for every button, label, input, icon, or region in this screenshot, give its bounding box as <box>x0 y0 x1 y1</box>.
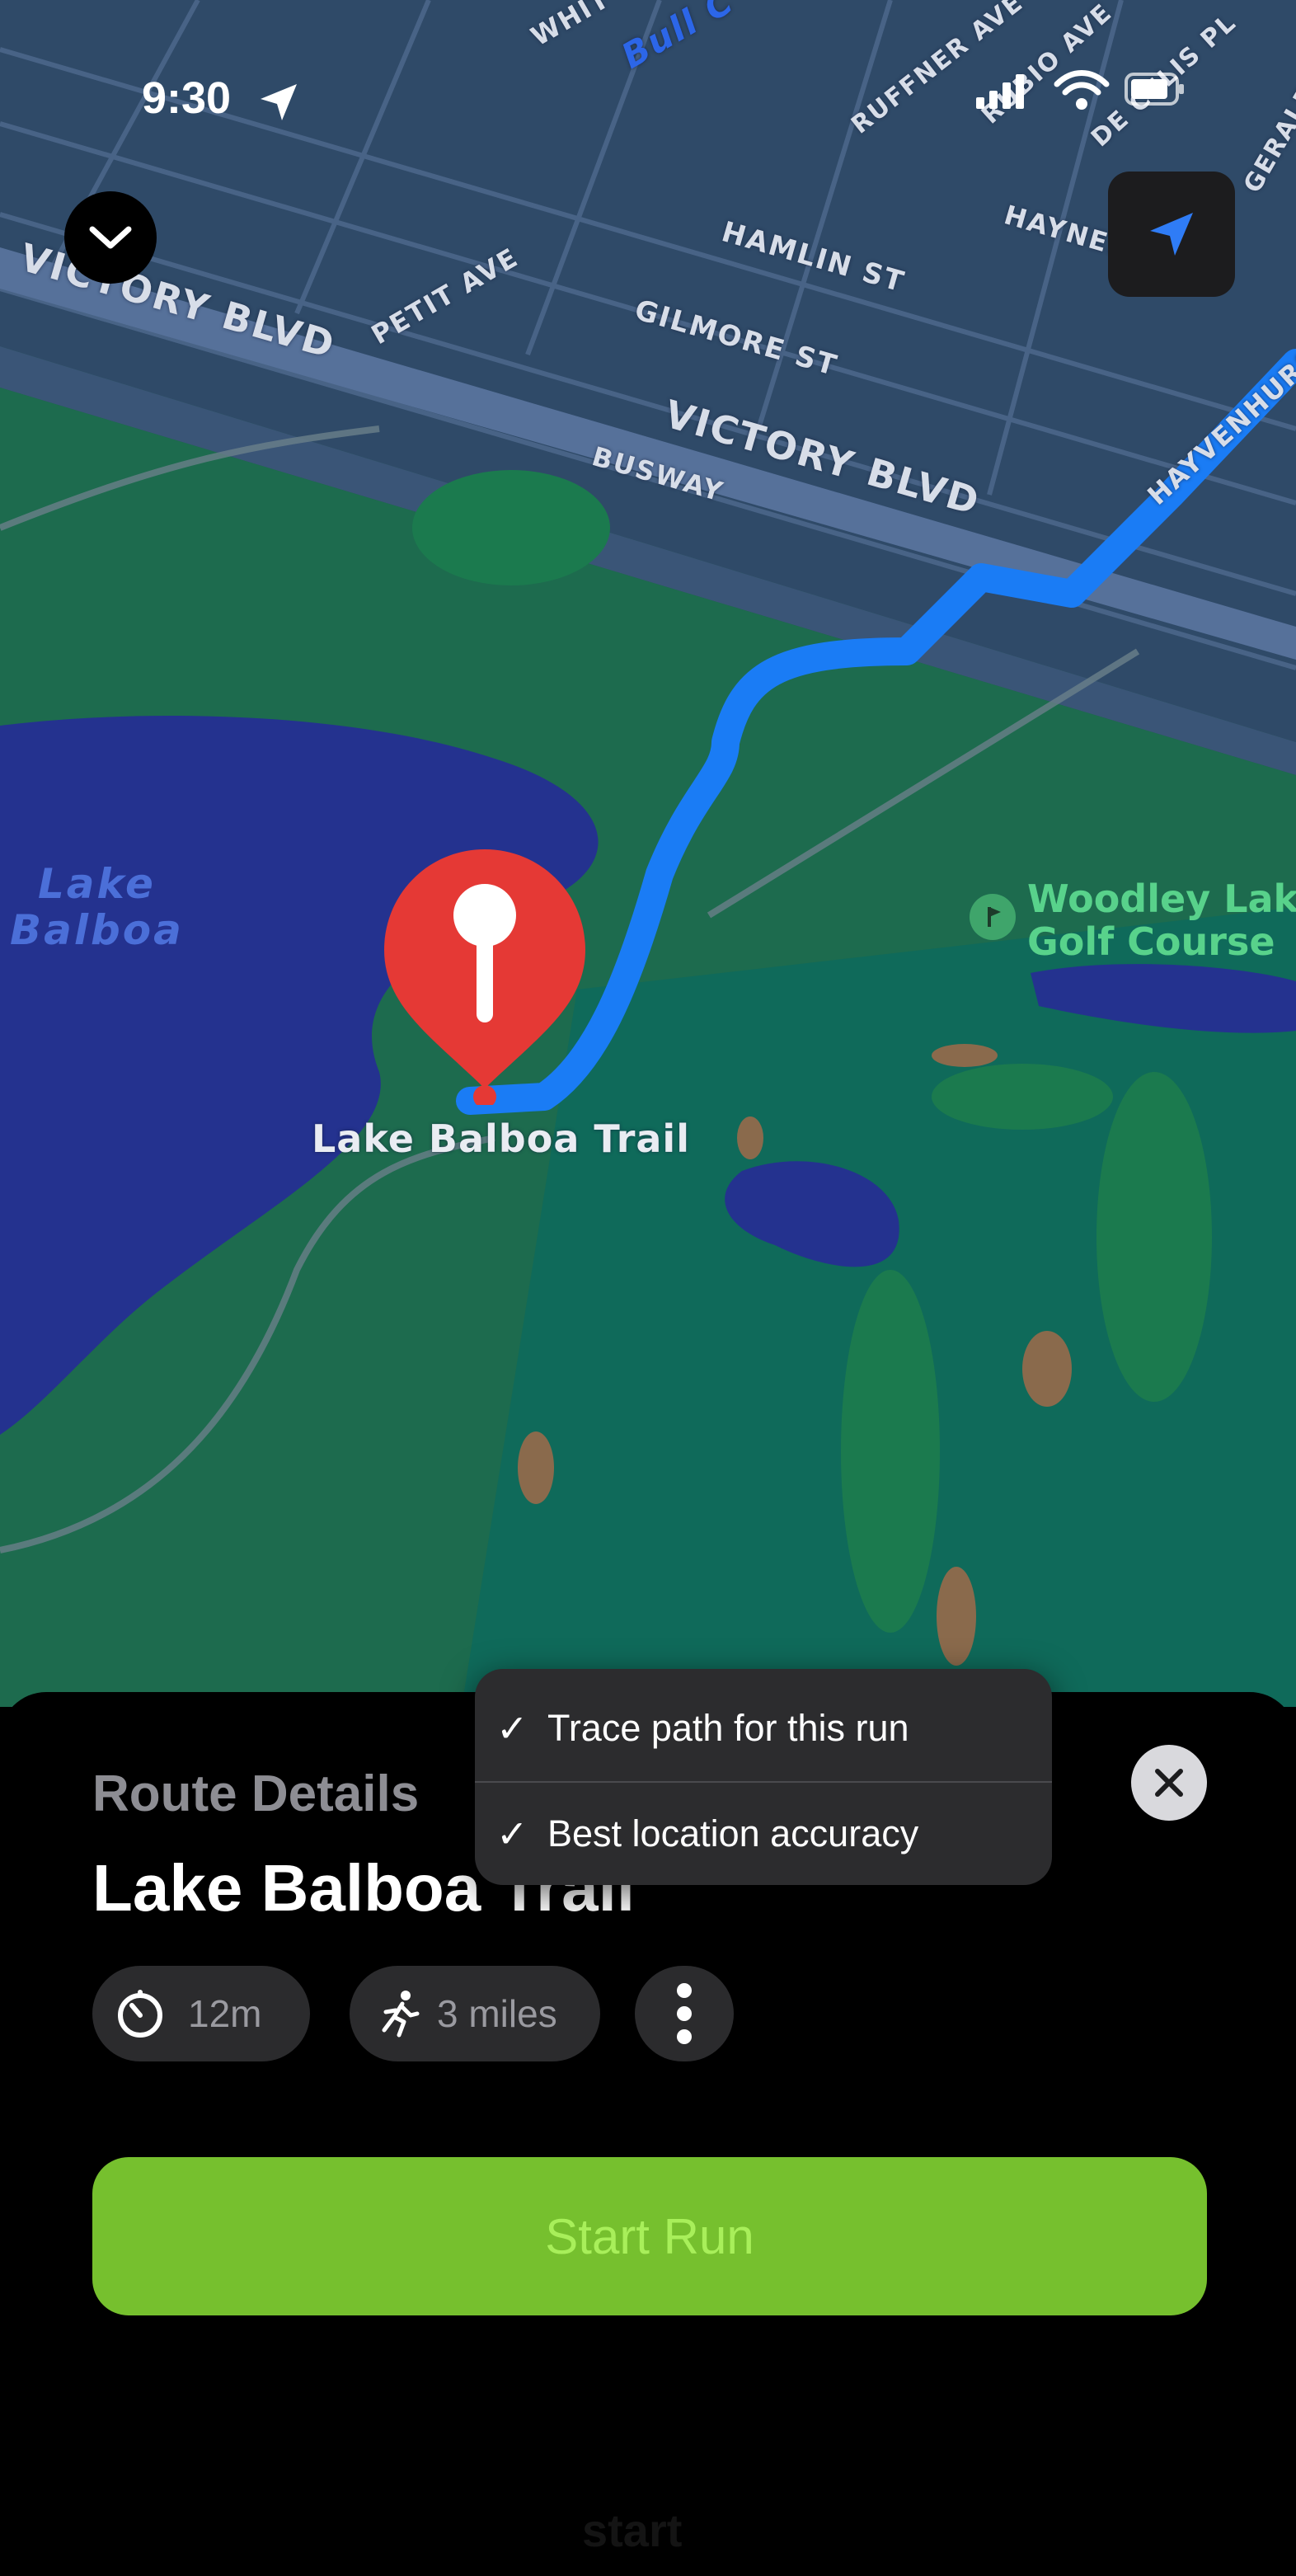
chevron-down-icon <box>89 226 132 249</box>
menu-item-label: Best location accuracy <box>547 1812 919 1854</box>
status-time: 9:30 <box>142 73 232 123</box>
golf-course-label-line2: Golf Course <box>1027 919 1275 964</box>
location-arrow-icon <box>1150 213 1193 256</box>
golf-poi-icon[interactable] <box>970 894 1016 940</box>
battery-icon <box>1125 73 1184 106</box>
locate-me-button[interactable] <box>1108 172 1235 297</box>
cellular-signal-icon <box>976 74 1024 109</box>
sheet-subtitle: Route Details <box>92 1765 420 1822</box>
map-view[interactable]: WHIT Bull C RUFFNER AVE RUBIO AVE DE CEL… <box>0 0 1296 1707</box>
golf-course-label[interactable]: Woodley Lake Golf Course <box>1027 877 1296 963</box>
duration-label: 12m <box>188 1992 262 2035</box>
distance-label: 3 miles <box>437 1992 557 2035</box>
more-options-button[interactable] <box>635 1966 734 2061</box>
checkmark-icon: ✓ <box>496 1812 528 1856</box>
start-run-button[interactable]: Start Run <box>92 2157 1207 2315</box>
menu-item-best-accuracy[interactable]: ✓ Best location accuracy <box>475 1781 1052 1887</box>
pin-label: Lake Balboa Trail <box>312 1116 690 1161</box>
close-icon <box>1155 1769 1183 1797</box>
menu-item-trace-path[interactable]: ✓ Trace path for this run <box>475 1676 1052 1781</box>
golf-course-label-line1: Woodley Lake <box>1027 877 1296 921</box>
checkmark-icon: ✓ <box>496 1706 528 1751</box>
runner-icon <box>382 1991 420 2038</box>
trail-pin[interactable] <box>376 841 594 1105</box>
more-vertical-icon <box>677 1983 692 2044</box>
location-services-icon <box>261 84 297 120</box>
menu-item-label: Trace path for this run <box>547 1707 909 1749</box>
collapse-button[interactable] <box>64 191 157 284</box>
options-menu: ✓ Trace path for this run ✓ Best locatio… <box>475 1669 1052 1885</box>
close-button[interactable] <box>1131 1745 1207 1821</box>
lake-label-line2: Balboa <box>10 906 184 954</box>
wifi-icon <box>1054 70 1110 110</box>
timer-icon <box>118 1990 162 2038</box>
duration-chip[interactable]: 12m <box>92 1966 310 2061</box>
lake-label: Lake Balboa <box>10 861 184 953</box>
distance-chip[interactable]: 3 miles <box>350 1966 600 2061</box>
lake-label-line1: Lake <box>37 860 156 908</box>
home-indicator-label: start <box>582 2504 683 2556</box>
pin-icon <box>384 849 585 1105</box>
